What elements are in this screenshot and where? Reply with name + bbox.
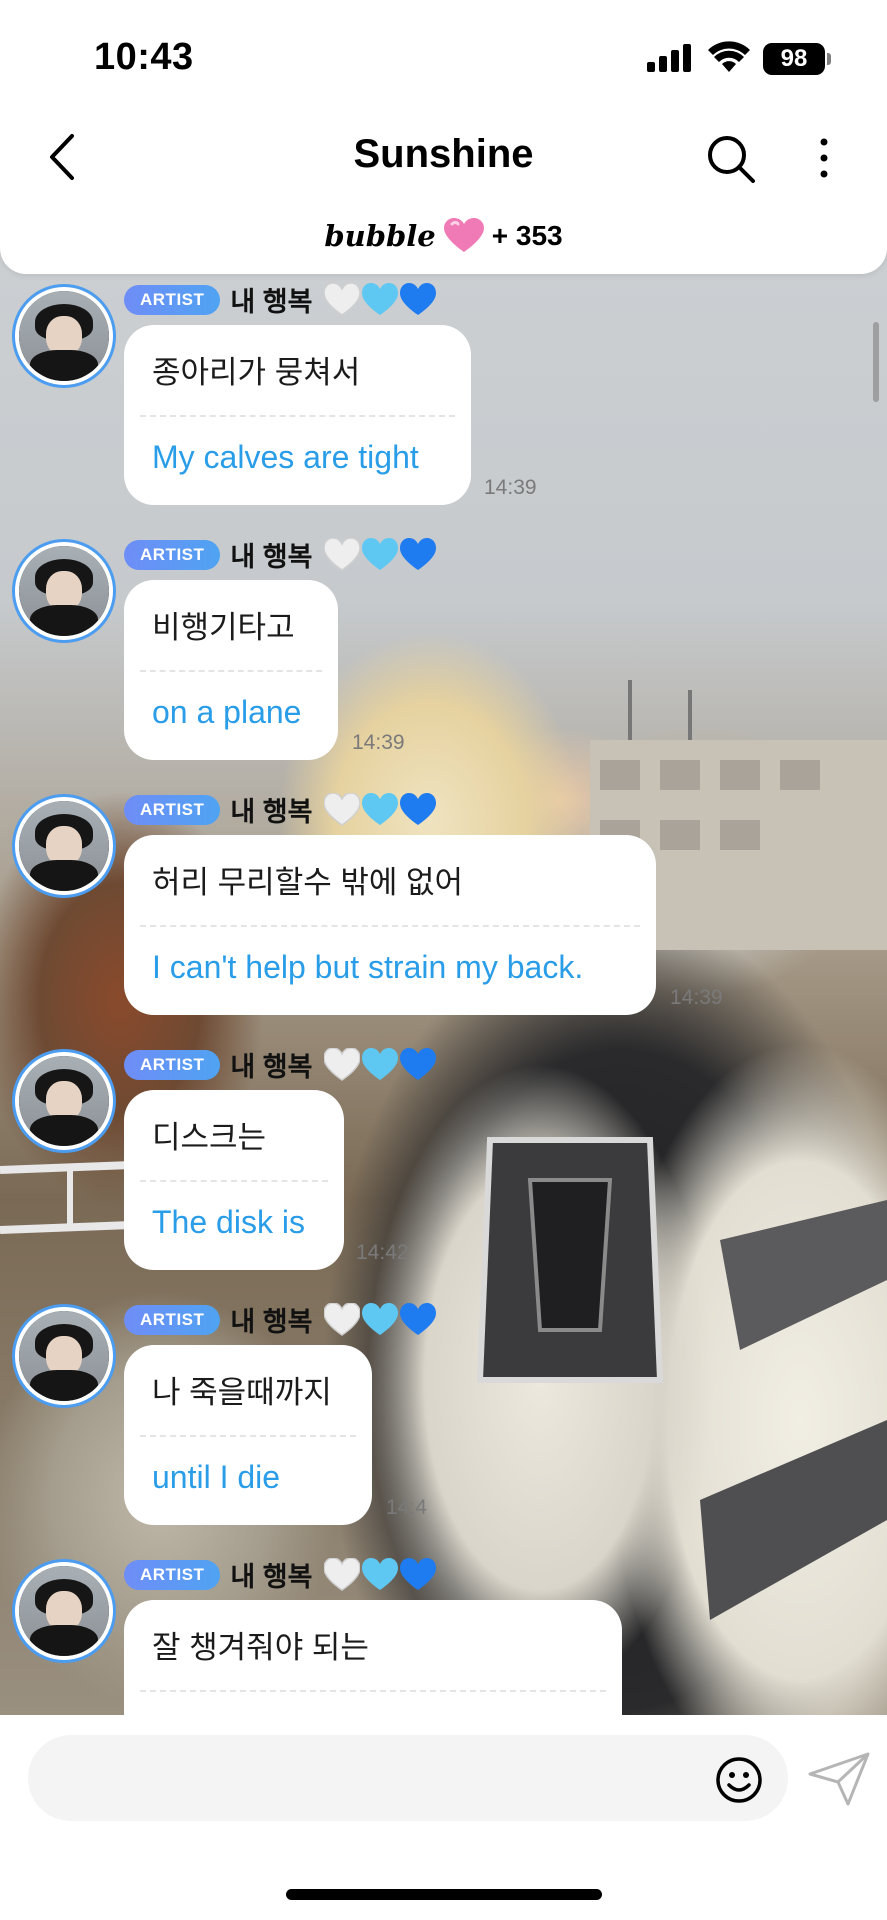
artist-badge: ARTIST — [124, 284, 221, 315]
sender-row: ARTIST 내 행복 — [124, 1045, 437, 1084]
message-time: 14:42 — [356, 1241, 409, 1264]
search-icon[interactable] — [706, 134, 756, 184]
status-time: 10:43 — [94, 36, 194, 78]
artist-badge: ARTIST — [124, 1304, 221, 1335]
bubble-logo: bubble — [324, 219, 436, 253]
top-bar: 10:43 98 Sunshine bubble + 353 — [0, 0, 887, 274]
message-time: 14:39 — [484, 476, 537, 499]
home-indicator — [286, 1889, 602, 1900]
sender-row: ARTIST 내 행복 — [124, 790, 437, 829]
original-text: 종아리가 뭉쳐서 — [152, 355, 361, 390]
artist-avatar[interactable] — [12, 1049, 116, 1153]
white-heart-icon — [324, 1557, 361, 1591]
heart-icons — [324, 537, 437, 572]
sender-name: 내 행복 — [230, 1562, 313, 1592]
artist-badge: ARTIST — [124, 794, 221, 825]
avatar-photo — [19, 546, 109, 636]
paper-plane-icon[interactable] — [808, 1752, 870, 1806]
sender-row: ARTIST 내 행복 — [124, 1300, 437, 1339]
avatar-photo — [19, 1311, 109, 1401]
white-heart-icon — [324, 537, 361, 571]
message-bubble[interactable]: 나 죽을때까지 until I die — [124, 1345, 372, 1525]
artist-avatar[interactable] — [12, 1304, 116, 1408]
message-row: ARTIST 내 행복디스크는 The disk is 14:42 — [0, 1047, 887, 1299]
sender-row: ARTIST 내 행복 — [124, 535, 437, 574]
message-row: ARTIST 내 행복허리 무리할수 밖에 없어 I can't help but … — [0, 792, 887, 1044]
battery-indicator: 98 — [763, 43, 825, 75]
light-blue-heart-icon — [362, 1302, 399, 1335]
avatar-photo — [19, 1566, 109, 1656]
heart-icons — [324, 1557, 437, 1592]
heart-icons — [324, 1302, 437, 1337]
heart-icons — [324, 282, 437, 317]
sender-row: ARTIST 내 행복 — [124, 280, 437, 319]
artist-avatar[interactable] — [12, 1559, 116, 1663]
wifi-icon — [708, 41, 750, 72]
battery-tip — [827, 53, 831, 65]
avatar-photo — [19, 801, 109, 891]
message-row: ARTIST 내 행복비행기타고 on a plane 14:39 — [0, 537, 887, 789]
pink-heart-icon — [443, 218, 484, 252]
light-blue-heart-icon — [362, 1047, 399, 1080]
artist-avatar[interactable] — [12, 284, 116, 388]
message-input[interactable] — [28, 1735, 788, 1821]
sender-name: 내 행복 — [230, 542, 313, 572]
translated-text: on a plane — [152, 694, 302, 730]
white-heart-icon — [324, 1047, 361, 1081]
avatar-photo — [19, 291, 109, 381]
artist-avatar[interactable] — [12, 539, 116, 643]
sender-name: 내 행복 — [230, 1307, 313, 1337]
light-blue-heart-icon — [362, 792, 399, 825]
blue-heart-icon — [400, 1302, 437, 1335]
original-text: 잘 챙겨줘야 되는 — [152, 1630, 369, 1665]
message-row: ARTIST 내 행복나 죽을때까지 until I die 14:4 — [0, 1302, 887, 1554]
blue-heart-icon — [400, 537, 437, 570]
message-time: 14:39 — [352, 731, 405, 754]
artist-badge: ARTIST — [124, 1049, 221, 1080]
sender-name: 내 행복 — [230, 1052, 313, 1082]
message-bubble[interactable]: 디스크는 The disk is — [124, 1090, 344, 1270]
artist-badge: ARTIST — [124, 1559, 221, 1590]
avatar-photo — [19, 1056, 109, 1146]
white-heart-icon — [324, 282, 361, 316]
blue-heart-icon — [400, 1047, 437, 1080]
cellular-signal-icon — [647, 44, 691, 72]
original-text: 디스크는 — [152, 1120, 267, 1155]
translated-text: The disk is — [152, 1204, 305, 1240]
translated-text: I can't help but strain my back. — [152, 949, 584, 985]
sender-name: 내 행복 — [230, 797, 313, 827]
original-text: 허리 무리할수 밖에 없어 — [152, 865, 464, 900]
original-text: 비행기타고 — [152, 610, 295, 645]
light-blue-heart-icon — [362, 282, 399, 315]
heart-icons — [324, 1047, 437, 1082]
original-text: 나 죽을때까지 — [152, 1375, 332, 1410]
message-row: ARTIST 내 행복종아리가 뭉쳐서 My calves are tight 14:… — [0, 282, 887, 534]
bubble-subscription-row[interactable]: bubble + 353 — [0, 218, 887, 254]
blue-heart-icon — [400, 1557, 437, 1590]
message-bubble[interactable]: 허리 무리할수 밖에 없어 I can't help but strain my … — [124, 835, 656, 1015]
blue-heart-icon — [400, 792, 437, 825]
white-heart-icon — [324, 792, 361, 826]
artist-badge: ARTIST — [124, 539, 221, 570]
subscriber-count: + 353 — [491, 220, 563, 251]
heart-icons — [324, 792, 437, 827]
scroll-indicator[interactable] — [873, 322, 879, 402]
light-blue-heart-icon — [362, 1557, 399, 1590]
white-heart-icon — [324, 1302, 361, 1336]
smile-icon[interactable] — [714, 1755, 764, 1805]
blue-heart-icon — [400, 282, 437, 315]
translated-text: until I die — [152, 1459, 281, 1495]
message-bubble[interactable]: 비행기타고 on a plane — [124, 580, 338, 760]
translated-text: My calves are tight — [152, 439, 419, 475]
message-bubble[interactable]: 종아리가 뭉쳐서 My calves are tight — [124, 325, 471, 505]
message-time: 14:39 — [670, 986, 723, 1009]
more-vertical-icon[interactable] — [814, 137, 834, 179]
message-time: 14:4 — [386, 1496, 427, 1519]
artist-avatar[interactable] — [12, 794, 116, 898]
sender-row: ARTIST 내 행복 — [124, 1555, 437, 1594]
light-blue-heart-icon — [362, 537, 399, 570]
sender-name: 내 행복 — [230, 287, 313, 317]
battery-level: 98 — [780, 45, 808, 72]
